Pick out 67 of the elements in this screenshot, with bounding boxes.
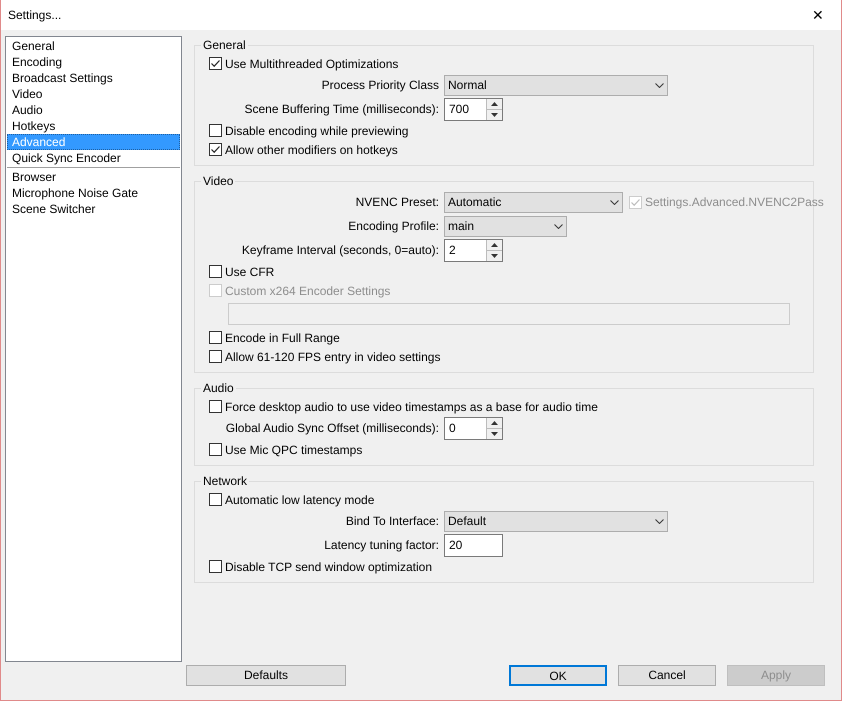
spin-box[interactable]: 0 <box>444 416 503 440</box>
checkbox[interactable] <box>209 350 222 363</box>
field-label: Latency tuning factor: <box>323 537 439 554</box>
checkbox[interactable] <box>209 57 222 70</box>
field-label: Keyframe Interval (seconds, 0=auto): <box>240 242 439 259</box>
sidebar-item[interactable]: Quick Sync Encoder <box>7 150 180 166</box>
spin-box[interactable]: 2 <box>444 238 503 262</box>
sidebar-item[interactable]: Audio <box>7 102 180 118</box>
checkbox-label: Automatic low latency mode <box>225 492 374 508</box>
checkbox[interactable] <box>209 265 222 278</box>
sidebar-item[interactable]: Browser <box>7 169 180 185</box>
chevron-down-icon <box>554 224 563 228</box>
group-title: General <box>201 38 248 52</box>
checkbox-label: Force desktop audio to use video timestamps as a base for audio time <box>225 398 598 416</box>
dropdown[interactable]: Default <box>444 510 668 532</box>
checkbox[interactable] <box>209 400 222 413</box>
group-title: Audio <box>201 381 236 395</box>
spin-down-icon[interactable] <box>487 250 502 260</box>
checkbox[interactable] <box>209 331 222 344</box>
sidebar-item[interactable]: Video <box>7 86 180 102</box>
checkbox[interactable] <box>209 443 222 456</box>
spin-up-icon[interactable] <box>487 98 502 110</box>
field-label: Bind To Interface: <box>344 513 439 530</box>
field-label: NVENC Preset: <box>354 194 439 211</box>
dropdown[interactable]: Normal <box>444 74 668 96</box>
checkbox-label: Custom x264 Encoder Settings <box>225 282 390 300</box>
window-title: Settings... <box>8 7 62 24</box>
dialog-button[interactable]: Cancel <box>618 664 716 686</box>
checkbox-label: Allow 61-120 FPS entry in video settings <box>225 348 440 366</box>
spin-down-icon[interactable] <box>487 428 502 438</box>
chevron-down-icon <box>655 82 664 88</box>
dialog-button[interactable]: OK <box>509 664 607 686</box>
dropdown[interactable]: main <box>444 216 567 236</box>
sidebar-item[interactable]: Microphone Noise Gate <box>7 185 180 201</box>
checkbox-label: Use Mic QPC timestamps <box>225 442 362 458</box>
dialog-button[interactable]: Defaults <box>186 664 346 686</box>
field-label: Global Audio Sync Offset (milliseconds): <box>224 420 439 437</box>
spin-up-icon[interactable] <box>487 418 502 428</box>
group-title: Network <box>201 474 250 488</box>
close-button[interactable]: ✕ <box>795 0 841 30</box>
field-label: Scene Buffering Time (milliseconds): <box>243 101 439 118</box>
sidebar-item[interactable]: Scene Switcher <box>7 201 180 217</box>
sidebar-item[interactable]: General <box>7 38 180 54</box>
sidebar-item[interactable]: Broadcast Settings <box>7 70 180 86</box>
dropdown[interactable]: Automatic <box>444 192 623 212</box>
spin-up-icon[interactable] <box>487 240 502 250</box>
text-field[interactable]: 20 <box>444 534 503 556</box>
checkbox-label: Settings.Advanced.NVENC2Pass <box>645 194 824 211</box>
group-title: Video <box>201 174 236 188</box>
spin-down-icon[interactable] <box>487 110 502 120</box>
sidebar-item[interactable]: Hotkeys <box>7 118 180 134</box>
spin-box[interactable]: 700 <box>444 98 503 120</box>
field-label: Process Priority Class <box>320 77 439 94</box>
field-label: Encoding Profile: <box>347 218 439 235</box>
sidebar-item[interactable]: Encoding <box>7 54 180 70</box>
checkbox-label: Disable encoding while previewing <box>225 122 408 140</box>
checkbox[interactable] <box>209 143 222 156</box>
checkbox[interactable] <box>209 493 222 506</box>
checkbox[interactable] <box>209 560 222 573</box>
checkbox-label: Disable TCP send window optimization <box>225 558 432 576</box>
checkbox-label: Allow other modifiers on hotkeys <box>225 142 398 158</box>
chevron-down-icon <box>610 200 619 204</box>
checkbox[interactable] <box>209 124 222 137</box>
checkbox-label: Use CFR <box>225 264 274 280</box>
checkbox-label: Use Multithreaded Optimizations <box>225 56 398 72</box>
chevron-down-icon <box>655 518 664 524</box>
checkbox-label: Encode in Full Range <box>225 330 340 346</box>
